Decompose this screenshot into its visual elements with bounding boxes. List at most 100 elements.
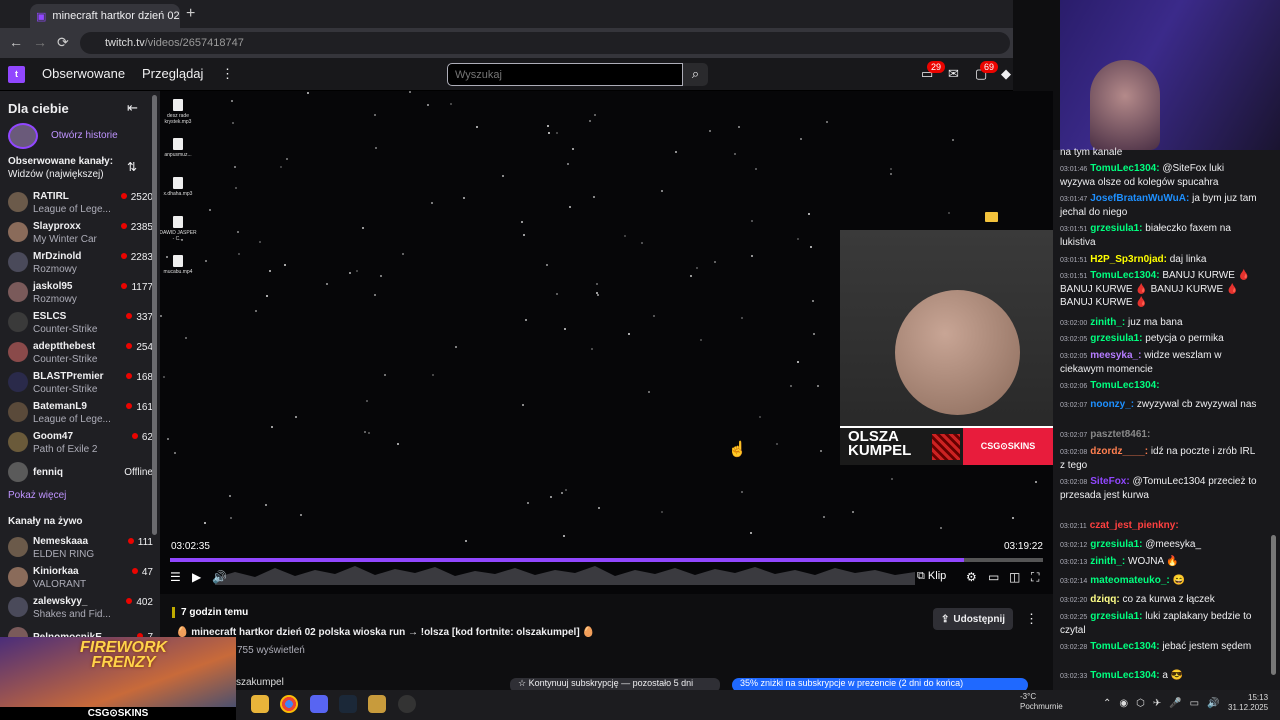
star [561,492,563,494]
obs-icon[interactable] [398,695,416,713]
picture-in-picture-icon[interactable]: ◫ [1009,570,1020,584]
channel-viewers: Offline [124,467,153,478]
star [271,426,273,428]
nav-followed[interactable]: Obserwowane [42,66,125,81]
chat-username[interactable]: grzesiula1: [1090,539,1145,550]
stories-avatar[interactable] [8,123,38,149]
steam-icon[interactable] [339,695,357,713]
volume-icon[interactable]: 🔊 [212,570,227,584]
chrome-icon[interactable] [280,695,298,713]
channel-viewers: 161 [126,402,153,413]
sidebar-channel[interactable]: Slayproxx My Winter Car 2385 [8,218,153,248]
chat-username[interactable]: dziqq: [1090,594,1122,605]
chat-username[interactable]: mateomateuko_: [1090,575,1172,586]
sidebar-channel[interactable]: MrDzinold Rozmowy 2283 [8,248,153,278]
chat-username[interactable]: TomuLec1304: [1090,270,1162,281]
chat-username[interactable]: zinith_: [1090,556,1128,567]
channel-name: MrDzinold [33,251,82,262]
chat-username[interactable]: grzesiula1: [1090,333,1145,344]
weather-widget[interactable]: -3°C Pochmurnie [1020,692,1063,712]
chat-username[interactable]: dzordz____: [1090,446,1151,457]
chat-username[interactable]: TomuLec1304: [1090,670,1162,681]
channel-avatar [8,597,28,617]
sidebar-channel[interactable]: zalewskyy_ Shakes and Fid... 402 [8,593,153,623]
chat-scrollbar[interactable] [1271,535,1276,675]
sidebar-channel[interactable]: adeptthebest Counter-Strike 254 [8,338,153,368]
channel-avatar [8,432,28,452]
browser-tab[interactable]: ▣ minecraft hartkor dzień 02 p ✕ [30,4,180,28]
channel-game: Counter-Strike [33,354,98,365]
star [234,166,236,168]
channel-viewers: 254 [126,342,153,353]
sidebar-channel[interactable]: BatemanL9 League of Lege... 161 [8,398,153,428]
discord-icon[interactable] [310,695,328,713]
sidebar-channel[interactable]: fenniq Offline [8,458,153,488]
star [810,246,812,248]
sidebar-channel[interactable]: Nemeskaaa ELDEN RING 111 [8,533,153,563]
new-tab-button[interactable]: + [186,5,195,23]
star [326,283,328,285]
nav-more-icon[interactable]: ⋮ [221,66,234,82]
chat-username[interactable]: meesyka_: [1090,350,1144,361]
play-icon[interactable]: ▶ [192,570,201,584]
chat-message: 03:01:51 TomuLec1304: BANUJ KURWE 🩸 BANUJ… [1060,269,1260,309]
star [797,361,799,363]
theatre-mode-icon[interactable]: ▭ [988,570,999,584]
chat-username[interactable]: H2P_Sp3rn0jad: [1090,254,1169,265]
chat-username[interactable]: zinith_: [1090,317,1128,328]
chat-username[interactable]: grzesiula1: [1090,611,1145,622]
collapse-sidebar-icon[interactable]: ⇤ [127,100,138,116]
clip-label: Klip [927,570,947,582]
forward-button[interactable]: → [33,34,47,50]
sidebar-channel[interactable]: RATIRL League of Lege... 2520 [8,188,153,218]
chat-timestamp: 03:01:51 [1060,226,1088,233]
share-button[interactable]: ⇪ Udostępnij [933,608,1013,630]
star [295,416,297,418]
chat-username[interactable]: pasztet8461: [1090,429,1150,440]
channel-avatar [8,567,28,587]
chat-username[interactable]: SiteFox: [1090,476,1132,487]
fullscreen-icon[interactable]: ⛶ [1031,570,1039,585]
chat-username[interactable]: noonzy_: [1090,399,1137,410]
chat-username[interactable]: grzesiula1: [1090,223,1145,234]
nav-browse[interactable]: Przeglądaj [142,66,203,81]
system-tray-icons[interactable]: ⌃◉⬡✈🎤▭🔊 [1103,698,1228,709]
playlist-icon[interactable]: ☰ [170,570,181,584]
search-icon[interactable]: ⌕ [683,63,708,86]
channel-name[interactable]: szakumpel [236,677,284,688]
search-input[interactable] [447,63,683,86]
prime-icon[interactable]: ◆ [1001,66,1011,82]
sidebar-channel[interactable]: ESLCS Counter-Strike 337 [8,308,153,338]
url-field[interactable]: twitch.tv/videos/2657418747 [80,32,1010,54]
chat-username[interactable]: czat_jest_pienkny: [1090,520,1179,531]
sidebar-channel[interactable]: Goom47 Path of Exile 2 62 [8,428,153,458]
open-stories-link[interactable]: Otwórz historie [51,130,118,141]
chat-username[interactable]: TomuLec1304: [1090,380,1159,391]
chat-timestamp: 03:01:51 [1060,273,1088,280]
sidebar-scrollbar[interactable] [152,95,157,535]
sort-icon[interactable]: ⇅ [127,160,137,174]
star [628,333,630,335]
sidebar-channel[interactable]: jaskol95 Rozmowy 1177 [8,278,153,308]
star [594,114,596,116]
sidebar-channel[interactable]: BLASTPremier Counter-Strike 168 [8,368,153,398]
show-more-link[interactable]: Pokaż więcej [8,490,66,501]
chat-username[interactable]: TomuLec1304: [1090,641,1162,652]
back-button[interactable]: ← [9,34,23,50]
settings-gear-icon[interactable]: ⚙ [966,570,977,584]
clip-button[interactable]: ⧉ Klip [917,570,946,583]
reload-button[interactable]: ⟳ [57,34,69,51]
channel-viewers: 2520 [121,192,153,203]
chat-username[interactable]: JosefBratanWuWuA: [1090,193,1192,204]
more-options-icon[interactable]: ⋮ [1025,611,1038,627]
channel-name: Slayproxx [33,221,81,232]
chat-message: 03:01:51 grzesiula1: białeczko faxem na l… [1060,222,1260,249]
league-icon[interactable] [368,695,386,713]
chat-username[interactable]: TomuLec1304: [1090,163,1162,174]
sidebar-channel[interactable]: Kiniorkaa VALORANT 47 [8,563,153,593]
inbox-icon[interactable]: ✉ [948,66,959,82]
twitch-logo-icon[interactable]: t [8,66,25,83]
file-explorer-icon[interactable] [251,695,269,713]
promo-title: FIREWORK FRENZY [80,640,167,671]
clock[interactable]: 15:13 31.12.2025 [1228,693,1268,713]
